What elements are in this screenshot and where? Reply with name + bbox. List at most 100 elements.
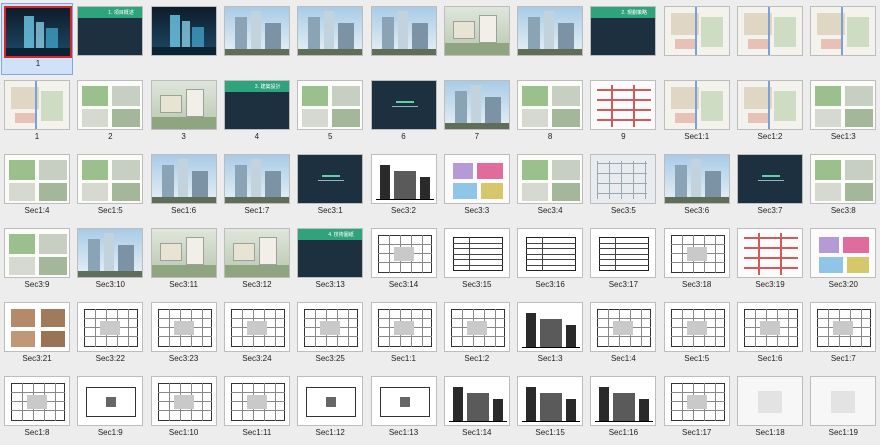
slide-thumbnail[interactable]: Sec1:8 <box>1 373 73 445</box>
slide-thumbnail[interactable]: Sec1:5 <box>74 151 146 223</box>
slide-thumbnail[interactable]: 2 <box>74 77 146 149</box>
slide-thumbnail[interactable]: 8 <box>514 77 586 149</box>
slide-thumbnail[interactable]: Sec1:1 <box>368 299 440 371</box>
slide-thumbnail[interactable]: Sec1:2 <box>441 299 513 371</box>
slide-thumbnail[interactable]: Sec1:17 <box>661 373 733 445</box>
slide-preview-image <box>737 302 803 352</box>
slide-thumbnail[interactable]: Sec1:3 <box>514 299 586 371</box>
slide-thumbnail[interactable]: Sec3:3 <box>441 151 513 223</box>
slide-thumbnail[interactable]: Sec3:14 <box>368 225 440 297</box>
slide-thumbnail[interactable]: Sec3:6 <box>661 151 733 223</box>
slide-thumbnail[interactable] <box>148 3 220 75</box>
slide-thumbnail[interactable]: 6 <box>368 77 440 149</box>
slide-thumbnail[interactable]: Sec1:19 <box>807 373 879 445</box>
slide-preview-image <box>4 6 72 58</box>
slide-thumbnail[interactable]: Sec3:25 <box>294 299 366 371</box>
slide-preview-image <box>443 228 510 278</box>
slide-thumbnail[interactable]: 9 <box>587 77 659 149</box>
slide-label: Sec1:4 <box>610 354 636 363</box>
slide-thumbnail[interactable]: Sec3:18 <box>661 225 733 297</box>
slide-thumbnail[interactable]: Sec1:9 <box>74 373 146 445</box>
slide-thumbnail-grid: 1 1. 項目概述 2. 規劃策略 1 2 3 3. 建築設計 4 5 6 7 8 9 Sec1:1 Sec… <box>0 0 880 437</box>
slide-label: Sec1:2 <box>464 354 490 363</box>
slide-thumbnail[interactable] <box>221 3 293 75</box>
slide-thumbnail[interactable]: Sec3:20 <box>807 225 879 297</box>
slide-thumbnail[interactable]: Sec1:7 <box>221 151 293 223</box>
slide-preview-image <box>737 376 803 426</box>
slide-thumbnail[interactable]: Sec3:8 <box>807 151 879 223</box>
slide-thumbnail[interactable]: Sec1:16 <box>587 373 659 445</box>
slide-preview-image <box>223 6 290 56</box>
slide-thumbnail[interactable]: Sec3:2 <box>368 151 440 223</box>
slide-label: Sec1:18 <box>755 428 785 437</box>
slide-thumbnail[interactable]: Sec1:12 <box>294 373 366 445</box>
slide-thumbnail[interactable]: Sec1:10 <box>148 373 220 445</box>
slide-thumbnail[interactable] <box>734 3 806 75</box>
slide-thumbnail[interactable]: Sec3:16 <box>514 225 586 297</box>
slide-thumbnail[interactable]: Sec3:5 <box>587 151 659 223</box>
slide-thumbnail[interactable]: Sec1:14 <box>441 373 513 445</box>
slide-preview-image <box>590 376 657 426</box>
slide-label: Sec1:12 <box>315 428 345 437</box>
slide-label: Sec3:18 <box>682 280 712 289</box>
slide-preview-image <box>517 6 584 56</box>
slide-thumbnail[interactable]: 4. 技術圖紙 Sec3:13 <box>294 225 366 297</box>
slide-label: Sec3:8 <box>830 206 856 215</box>
slide-thumbnail[interactable]: Sec1:15 <box>514 373 586 445</box>
slide-thumbnail[interactable]: 1 <box>1 3 73 75</box>
slide-thumbnail[interactable]: Sec3:24 <box>221 299 293 371</box>
slide-preview-image <box>370 376 437 426</box>
slide-thumbnail[interactable] <box>441 3 513 75</box>
slide-preview-image <box>517 302 584 352</box>
slide-label: Sec3:6 <box>684 206 710 215</box>
slide-thumbnail[interactable]: Sec3:17 <box>587 225 659 297</box>
slide-label: Sec1:6 <box>171 206 197 215</box>
slide-preview-image <box>517 376 584 426</box>
slide-thumbnail[interactable]: 2. 規劃策略 <box>587 3 659 75</box>
slide-thumbnail[interactable] <box>514 3 586 75</box>
slide-thumbnail[interactable]: Sec1:5 <box>661 299 733 371</box>
slide-thumbnail[interactable]: Sec1:11 <box>221 373 293 445</box>
slide-thumbnail[interactable]: Sec3:12 <box>221 225 293 297</box>
slide-thumbnail[interactable]: Sec3:4 <box>514 151 586 223</box>
slide-label: 4 <box>254 132 260 141</box>
slide-thumbnail[interactable]: Sec3:21 <box>1 299 73 371</box>
slide-label: 1 <box>34 132 40 141</box>
slide-label: 6 <box>401 132 406 141</box>
slide-thumbnail[interactable] <box>807 3 879 75</box>
slide-thumbnail[interactable]: Sec3:22 <box>74 299 146 371</box>
slide-label: Sec3:13 <box>315 280 345 289</box>
slide-thumbnail[interactable]: 1. 項目概述 <box>74 3 146 75</box>
slide-thumbnail[interactable]: 1 <box>1 77 73 149</box>
slide-label: Sec3:1 <box>317 206 343 215</box>
slide-thumbnail[interactable] <box>294 3 366 75</box>
slide-thumbnail[interactable]: Sec3:7 <box>734 151 806 223</box>
slide-thumbnail[interactable]: Sec1:6 <box>734 299 806 371</box>
slide-thumbnail[interactable] <box>368 3 440 75</box>
slide-thumbnail[interactable]: Sec3:19 <box>734 225 806 297</box>
slide-thumbnail[interactable]: Sec1:18 <box>734 373 806 445</box>
slide-thumbnail[interactable]: Sec1:13 <box>368 373 440 445</box>
slide-thumbnail[interactable]: 3 <box>148 77 220 149</box>
slide-thumbnail[interactable]: Sec3:10 <box>74 225 146 297</box>
slide-thumbnail[interactable]: Sec3:9 <box>1 225 73 297</box>
slide-thumbnail[interactable]: 7 <box>441 77 513 149</box>
slide-label: Sec1:7 <box>830 354 856 363</box>
slide-thumbnail[interactable]: Sec1:7 <box>807 299 879 371</box>
slide-thumbnail[interactable]: Sec1:6 <box>148 151 220 223</box>
slide-thumbnail[interactable]: 3. 建築設計 4 <box>221 77 293 149</box>
slide-label: Sec1:5 <box>684 354 710 363</box>
slide-thumbnail[interactable]: Sec3:1 <box>294 151 366 223</box>
slide-thumbnail[interactable] <box>661 3 733 75</box>
slide-thumbnail[interactable]: Sec3:23 <box>148 299 220 371</box>
slide-thumbnail[interactable]: Sec3:11 <box>148 225 220 297</box>
slide-thumbnail[interactable]: 5 <box>294 77 366 149</box>
slide-thumbnail[interactable]: Sec3:15 <box>441 225 513 297</box>
slide-thumbnail[interactable]: Sec1:2 <box>734 77 806 149</box>
slide-thumbnail[interactable]: Sec1:4 <box>1 151 73 223</box>
slide-thumbnail[interactable]: Sec1:4 <box>587 299 659 371</box>
slide-preview-image <box>443 376 510 426</box>
slide-thumbnail[interactable]: Sec1:1 <box>661 77 733 149</box>
slide-preview-image <box>77 228 144 278</box>
slide-thumbnail[interactable]: Sec1:3 <box>807 77 879 149</box>
